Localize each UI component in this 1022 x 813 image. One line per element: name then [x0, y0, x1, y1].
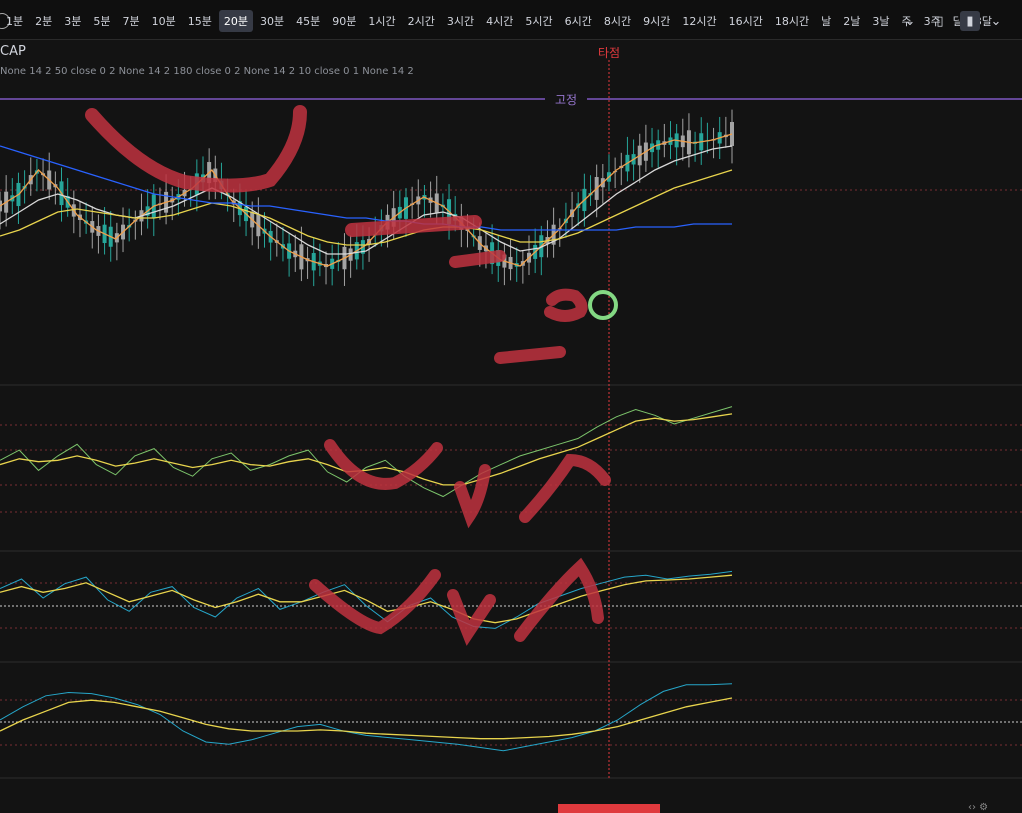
oscillator-3-series-line: [0, 683, 733, 752]
timeframe-button[interactable]: 5시간: [520, 10, 557, 32]
candle-filled-icon[interactable]: ▮: [960, 11, 980, 31]
timeframe-button[interactable]: 18시간: [770, 10, 814, 32]
timeframe-selector: 1분 2분 3분 5분 7분 10분 15분 20분 30분 45분 90분 1시간 2시간 3시간 4시간…: [0, 9, 998, 33]
fixed-line-label: 고정: [555, 93, 577, 107]
timeframe-button[interactable]: 9시간: [638, 10, 675, 32]
crosshair-time-label: [558, 804, 660, 813]
timeframe-button[interactable]: 12시간: [677, 10, 721, 32]
timeframe-button[interactable]: 6시간: [560, 10, 597, 32]
timeframe-button[interactable]: 45분: [291, 10, 325, 32]
timeframe-button[interactable]: 2시간: [403, 10, 440, 32]
timeframe-button[interactable]: 90분: [327, 10, 361, 32]
entry-label: 타점: [598, 46, 620, 60]
hand-drawn-markup[interactable]: [85, 105, 618, 646]
chevron-down-icon[interactable]: ⌄: [986, 11, 1006, 31]
axis-settings-icon[interactable]: ‹› ⚙: [968, 802, 988, 813]
timeframe-button[interactable]: 15분: [183, 10, 217, 32]
chart-canvas[interactable]: 고정 타점: [0, 40, 1022, 813]
entry-circle: [588, 290, 618, 320]
timeframe-button[interactable]: 20분: [218, 10, 253, 32]
chevron-down-icon[interactable]: ⌄: [900, 11, 920, 31]
timeframe-button[interactable]: 1시간: [363, 10, 400, 32]
timeframe-button[interactable]: 3날: [867, 10, 894, 32]
candle-outline-icon[interactable]: ▯: [930, 11, 950, 31]
toolbar: 1분 2분 3분 5분 7분 10분 15분 20분 30분 45분 90분 1시간 2시간 3시간 4시간…: [0, 0, 1022, 40]
timeframe-button[interactable]: 7분: [118, 10, 145, 32]
timeframe-button[interactable]: 날: [816, 10, 836, 32]
timeframe-button[interactable]: 16시간: [724, 10, 768, 32]
fixed-horizontal-line[interactable]: 고정: [0, 91, 1022, 107]
timeframe-button[interactable]: 2날: [838, 10, 865, 32]
timeframe-button[interactable]: 4시간: [481, 10, 518, 32]
timeframe-button[interactable]: 1분: [1, 10, 28, 32]
timeframe-button[interactable]: 3시간: [442, 10, 479, 32]
timeframe-button[interactable]: 3분: [59, 10, 86, 32]
oscillator-3-series-line: [0, 697, 733, 740]
timeframe-button[interactable]: 30분: [255, 10, 289, 32]
price-series-line: [0, 145, 732, 231]
timeframe-button[interactable]: 2분: [30, 10, 57, 32]
timeframe-button[interactable]: 8시간: [599, 10, 636, 32]
timeframe-button[interactable]: 10분: [147, 10, 181, 32]
oscillator-2-series-line: [0, 574, 733, 624]
timeframe-button[interactable]: 5분: [88, 10, 115, 32]
